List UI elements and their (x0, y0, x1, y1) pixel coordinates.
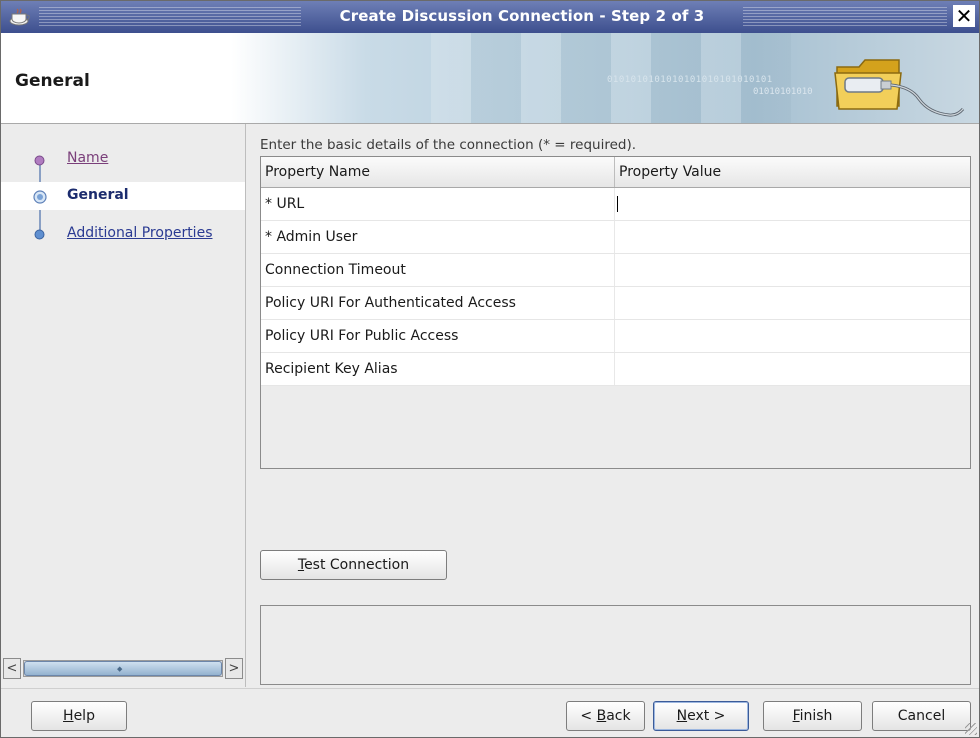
dialog-window: Create Discussion Connection - Step 2 of… (0, 0, 980, 738)
test-connection-button[interactable]: Test Connection (260, 550, 447, 580)
policy-uri-authenticated-value-input[interactable] (615, 287, 970, 319)
nav-item-label[interactable]: Additional Properties (67, 225, 212, 241)
step-current-icon (33, 190, 47, 204)
button-label: ack (606, 708, 631, 724)
property-name-cell: * Admin User (261, 221, 615, 253)
step-pending-icon (34, 229, 45, 240)
button-label: inish (799, 708, 833, 724)
back-button[interactable]: < Back (566, 701, 645, 731)
step-visited-icon (34, 155, 45, 166)
window-title: Create Discussion Connection - Step 2 of… (339, 7, 705, 25)
mnemonic: H (63, 708, 74, 724)
button-label: elp (73, 708, 95, 724)
table-row: Recipient Key Alias (261, 353, 970, 386)
title-bar-stripes-right (743, 7, 947, 27)
resize-grip-icon[interactable] (965, 723, 977, 735)
nav-item-additional-properties[interactable]: Additional Properties (1, 220, 245, 248)
mnemonic: B (596, 708, 607, 724)
properties-table: Property Name Property Value * URL * Adm… (260, 156, 971, 469)
next-button[interactable]: Next > (653, 701, 749, 731)
test-connection-status-area (260, 605, 971, 685)
table-row: Policy URI For Public Access (261, 320, 970, 353)
admin-user-value-input[interactable] (615, 221, 970, 253)
step-navigation: Name General Additional Properties (1, 124, 246, 687)
mnemonic: F (792, 708, 800, 724)
table-row: * Admin User (261, 221, 970, 254)
table-row: Connection Timeout (261, 254, 970, 287)
property-name-cell: Policy URI For Public Access (261, 320, 615, 352)
column-header-property-value[interactable]: Property Value (615, 157, 970, 187)
cancel-button[interactable]: Cancel (872, 701, 971, 731)
folder-connection-icon (834, 59, 965, 117)
scroll-grip-icon: ◆ (117, 665, 123, 673)
mnemonic: N (676, 708, 688, 724)
app-cup-icon[interactable] (9, 8, 31, 26)
column-header-property-name[interactable]: Property Name (261, 157, 615, 187)
table-row: * URL (261, 188, 970, 221)
url-value-input[interactable] (615, 188, 970, 220)
nav-item-general[interactable]: General (1, 182, 245, 210)
button-label: ext > (687, 708, 726, 724)
instruction-text: Enter the basic details of the connectio… (260, 137, 637, 153)
nav-item-label[interactable]: Name (67, 150, 108, 166)
page-title: General (15, 71, 90, 91)
property-name-cell: Policy URI For Authenticated Access (261, 287, 615, 319)
scroll-thumb[interactable]: ◆ (24, 661, 222, 676)
title-bar[interactable]: Create Discussion Connection - Step 2 of… (1, 1, 979, 34)
property-name-cell: * URL (261, 188, 615, 220)
button-label-prefix: < (580, 708, 597, 724)
nav-horizontal-scrollbar[interactable]: < ◆ > (3, 658, 243, 679)
property-name-cell: Connection Timeout (261, 254, 615, 286)
table-row: Policy URI For Authenticated Access (261, 287, 970, 320)
title-bar-stripes-left (39, 7, 301, 27)
text-caret (617, 196, 618, 212)
scroll-track[interactable]: ◆ (23, 660, 223, 677)
policy-uri-public-value-input[interactable] (615, 320, 970, 352)
finish-button[interactable]: Finish (763, 701, 862, 731)
nav-item-label: General (67, 187, 129, 203)
property-name-cell: Recipient Key Alias (261, 353, 615, 385)
table-header: Property Name Property Value (261, 157, 970, 188)
connection-timeout-value-input[interactable] (615, 254, 970, 286)
banner-binary-text: 0101010101010101010101010101 (607, 75, 773, 85)
header-banner: 0101010101010101010101010101 01010101010… (1, 33, 979, 124)
scroll-right-icon[interactable]: > (225, 658, 243, 679)
nav-item-name[interactable]: Name (1, 146, 245, 174)
help-button[interactable]: Help (31, 701, 127, 731)
close-icon[interactable]: ✕ (953, 5, 975, 27)
scroll-left-icon[interactable]: < (3, 658, 21, 679)
banner-binary-text-2: 01010101010 (753, 87, 813, 97)
recipient-key-alias-value-input[interactable] (615, 353, 970, 385)
button-label: est Connection (304, 557, 410, 573)
